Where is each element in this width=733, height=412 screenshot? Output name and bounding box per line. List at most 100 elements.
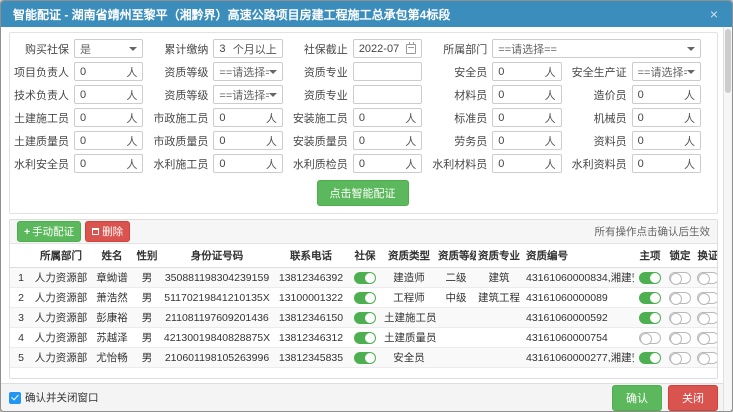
- text-field[interactable]: 0人: [632, 85, 701, 104]
- text-field[interactable]: 0人: [353, 154, 422, 173]
- cell-main: [634, 268, 666, 288]
- input-suffix: 人: [126, 110, 137, 126]
- lock-toggle[interactable]: [669, 312, 691, 324]
- main-item-toggle[interactable]: [639, 272, 661, 284]
- field-label: 土建质量员: [14, 133, 74, 149]
- column-header: 资质类型: [382, 244, 436, 268]
- input-value: 0: [498, 66, 504, 78]
- input-suffix: 人: [126, 87, 137, 103]
- close-icon[interactable]: ×: [708, 7, 720, 21]
- text-field[interactable]: 0人: [213, 154, 282, 173]
- text-field[interactable]: 0人: [492, 85, 561, 104]
- smart-configure-button[interactable]: 点击智能配证: [317, 180, 409, 206]
- lock-toggle[interactable]: [669, 332, 691, 344]
- social-security-toggle[interactable]: [354, 352, 376, 364]
- text-field[interactable]: [353, 85, 422, 104]
- text-field[interactable]: 0人: [74, 131, 143, 150]
- text-field[interactable]: 0人: [492, 131, 561, 150]
- column-header: 资质专业: [476, 244, 522, 268]
- text-field[interactable]: 3个月以上: [213, 39, 282, 58]
- cell-dept: 人力资源部: [32, 348, 90, 368]
- text-field[interactable]: 0人: [74, 62, 143, 81]
- smart-button-row: 点击智能配证: [14, 175, 711, 208]
- form-row: 水利安全员0人水利施工员0人水利质检员0人水利材料员0人水利资料员0人: [14, 152, 711, 175]
- cell-id_number: 42130019840828875X: [160, 328, 274, 348]
- dialog-titlebar: 智能配证 - 湖南省靖州至黎平（湘黔界）高速公路项目房建工程施工总承包第4标段 …: [1, 1, 732, 27]
- renew-cert-toggle[interactable]: [697, 352, 718, 364]
- input-value: 0: [359, 135, 365, 147]
- field-select[interactable]: ==请选择==: [213, 62, 282, 81]
- text-field[interactable]: 0人: [353, 131, 422, 150]
- social-security-toggle[interactable]: [354, 272, 376, 284]
- cell-main: [634, 348, 666, 368]
- renew-cert-toggle[interactable]: [697, 332, 718, 344]
- field-label: 资质专业: [293, 87, 353, 103]
- cell-id_number: 350881198304239159: [160, 268, 274, 288]
- field-label: 水利安全员: [14, 156, 74, 172]
- delete-button[interactable]: 删除: [85, 221, 130, 242]
- cell-cert_major: [476, 308, 522, 328]
- scrollbar-track[interactable]: [723, 27, 732, 411]
- text-field[interactable]: 0人: [492, 108, 561, 127]
- field-label: 资质等级: [153, 87, 213, 103]
- field-select[interactable]: ==请选择==: [632, 62, 701, 81]
- input-value: 0: [638, 89, 644, 101]
- renew-cert-toggle[interactable]: [697, 272, 718, 284]
- text-field[interactable]: 0人: [632, 154, 701, 173]
- lock-toggle[interactable]: [669, 352, 691, 364]
- input-suffix: 人: [684, 133, 695, 149]
- text-field[interactable]: 0人: [74, 108, 143, 127]
- field-select[interactable]: ==请选择==: [213, 85, 282, 104]
- table-row: 3人力资源部彭康裕男21108119760920143613812346150土…: [10, 308, 718, 328]
- lock-toggle[interactable]: [669, 292, 691, 304]
- text-field[interactable]: 0人: [492, 154, 561, 173]
- main-item-toggle[interactable]: [639, 352, 661, 364]
- cell-id_number: 51170219841210135X: [160, 288, 274, 308]
- confirm-close-checkbox[interactable]: [9, 392, 21, 404]
- confirm-button[interactable]: 确认: [612, 385, 662, 411]
- input-value: 0: [219, 112, 225, 124]
- text-field[interactable]: 0人: [353, 108, 422, 127]
- cell-id_number: 211081197609201436: [160, 308, 274, 328]
- form-field: 资质等级==请选择==: [153, 62, 292, 81]
- scrollbar-thumb[interactable]: [725, 29, 731, 93]
- text-field[interactable]: 0人: [213, 108, 282, 127]
- main-item-toggle[interactable]: [639, 292, 661, 304]
- cell-renew: [694, 328, 718, 348]
- cell-cert_major: [476, 328, 522, 348]
- cell-renew: [694, 308, 718, 328]
- form-field: 安全生产证==请选择==: [572, 62, 711, 81]
- main-item-toggle[interactable]: [639, 312, 661, 324]
- main-item-toggle[interactable]: [639, 332, 661, 344]
- close-button[interactable]: 关闭: [668, 385, 718, 411]
- input-value: 0: [80, 158, 86, 170]
- renew-cert-toggle[interactable]: [697, 312, 718, 324]
- field-label: 资质专业: [293, 64, 353, 80]
- form-field: 水利资料员0人: [572, 154, 711, 173]
- manual-configure-button[interactable]: +手动配证: [17, 221, 81, 242]
- column-header: 换证: [694, 244, 718, 268]
- field-select[interactable]: ==请选择==: [492, 39, 701, 58]
- form-field: 土建质量员0人: [14, 131, 153, 150]
- input-suffix: 人: [545, 156, 556, 172]
- lock-toggle[interactable]: [669, 272, 691, 284]
- text-field[interactable]: 0人: [74, 154, 143, 173]
- social-security-toggle[interactable]: [354, 292, 376, 304]
- input-suffix: 人: [266, 156, 277, 172]
- text-field[interactable]: 0人: [632, 131, 701, 150]
- text-field[interactable]: 0人: [74, 85, 143, 104]
- text-field[interactable]: 0人: [213, 131, 282, 150]
- input-value: 0: [498, 89, 504, 101]
- cell-cert_no: 43161060000277,湘建安C1(2017: [522, 348, 634, 368]
- field-label: 市政质量员: [153, 133, 213, 149]
- renew-cert-toggle[interactable]: [697, 292, 718, 304]
- field-label: 标准员: [432, 110, 492, 126]
- text-field[interactable]: 0人: [632, 108, 701, 127]
- input-suffix: 人: [126, 64, 137, 80]
- social-security-toggle[interactable]: [354, 312, 376, 324]
- text-field[interactable]: [353, 62, 422, 81]
- date-field[interactable]: 2022-07: [353, 39, 422, 58]
- field-select[interactable]: 是: [74, 39, 143, 58]
- text-field[interactable]: 0人: [492, 62, 561, 81]
- social-security-toggle[interactable]: [354, 332, 376, 344]
